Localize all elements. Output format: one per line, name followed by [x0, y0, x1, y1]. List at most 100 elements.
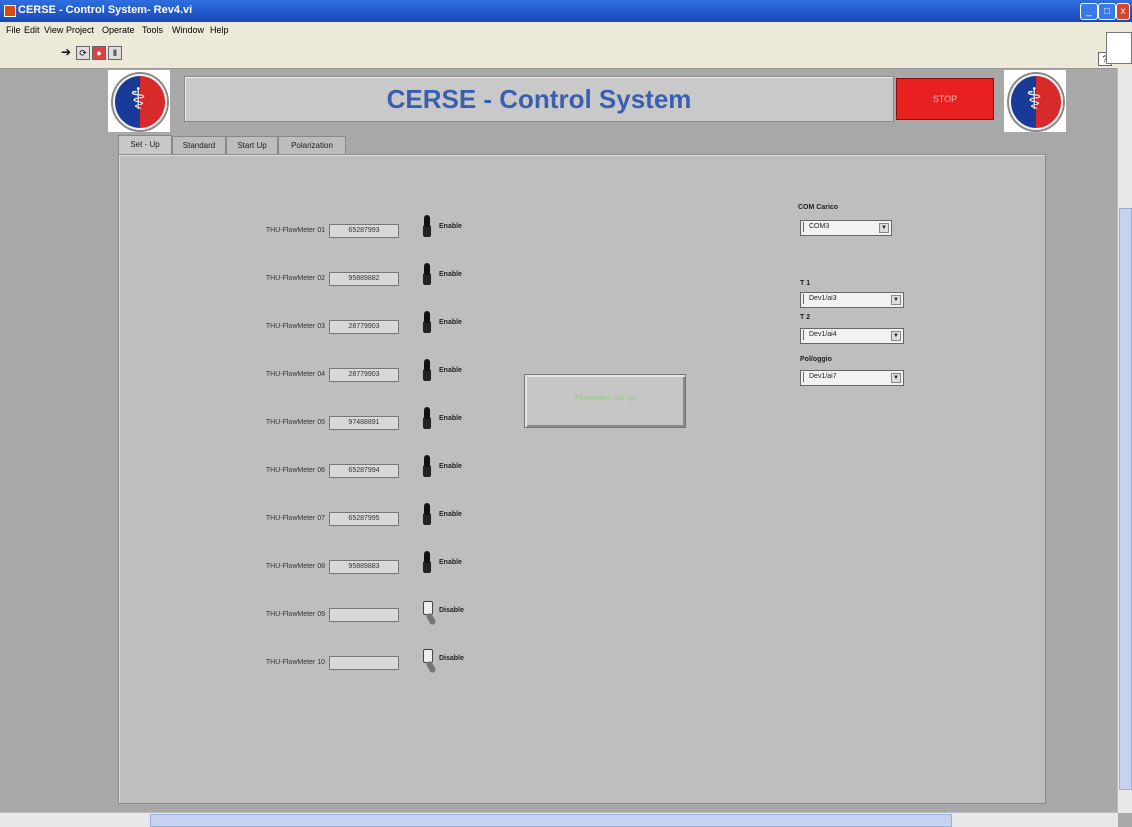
t1-label: T 1	[800, 280, 811, 287]
menu-file[interactable]: File	[6, 25, 21, 35]
toggle-lever-icon	[424, 407, 430, 419]
menu-bar: File Edit View Project Operate Tools Win…	[0, 22, 1132, 38]
logo-right: ⚕	[1004, 70, 1066, 132]
toggle-lever-icon	[424, 503, 430, 515]
enable-toggle[interactable]	[421, 311, 439, 339]
flowmeter-state: Enable	[439, 511, 462, 518]
vi-icon	[1106, 32, 1132, 64]
pol-value: Dev1/ai7	[809, 373, 837, 380]
flowmeter-state: Enable	[439, 415, 462, 422]
enable-toggle[interactable]	[421, 407, 439, 435]
logo-left: ⚕	[108, 70, 170, 132]
flowmeter-state: Enable	[439, 463, 462, 470]
t1-select[interactable]: Dev1/ai3 ▼	[800, 292, 904, 308]
header-banner: CERSE - Control System	[184, 76, 894, 122]
minimize-button[interactable]: _	[1080, 3, 1098, 20]
caduceus-icon: ⚕	[130, 83, 147, 116]
flowmeter-state: Disable	[439, 655, 464, 662]
toggle-lever-icon	[424, 359, 430, 371]
flowmeter-state: Enable	[439, 223, 462, 230]
flowmeters-setup-label: Flowmeters Set Up	[575, 395, 635, 402]
flowmeter-label: THU-FlowMeter 01	[265, 227, 325, 234]
toggle-lever-icon	[424, 215, 430, 227]
flowmeter-state: Enable	[439, 559, 462, 566]
caduceus-icon: ⚕	[1026, 83, 1043, 116]
enable-toggle[interactable]	[421, 359, 439, 387]
flowmeter-serial-field[interactable]: 95889882	[329, 272, 399, 286]
t2-select[interactable]: Dev1/ai4 ▼	[800, 328, 904, 344]
horizontal-scrollbar[interactable]	[0, 812, 1118, 827]
tab-setup[interactable]: Set - Up	[118, 135, 172, 155]
disable-toggle[interactable]	[421, 599, 439, 627]
menu-tools[interactable]: Tools	[142, 25, 163, 35]
enable-toggle[interactable]	[421, 455, 439, 483]
close-button[interactable]: x	[1116, 3, 1130, 20]
pol-select[interactable]: Dev1/ai7 ▼	[800, 370, 904, 386]
menu-help[interactable]: Help	[210, 25, 229, 35]
dropdown-arrow-icon[interactable]: ▼	[879, 223, 889, 233]
menu-operate[interactable]: Operate	[102, 25, 135, 35]
vertical-scrollbar[interactable]	[1117, 68, 1132, 813]
disable-toggle[interactable]	[421, 647, 439, 675]
toolbar: ➔ ⟳ ● Ⅱ ?	[0, 38, 1132, 69]
dropdown-arrow-icon[interactable]: ▼	[891, 331, 901, 341]
menu-edit[interactable]: Edit	[24, 25, 40, 35]
tab-panel: THU-FlowMeter 01 65287993 Enable THU-Flo…	[118, 154, 1046, 804]
toggle-lever-icon	[425, 612, 437, 626]
tab-standard[interactable]: Standard	[172, 136, 226, 154]
enable-toggle[interactable]	[421, 503, 439, 531]
enable-toggle[interactable]	[421, 551, 439, 579]
tab-polarization[interactable]: Polarization	[278, 136, 346, 154]
flowmeter-serial-field[interactable]: 97488891	[329, 416, 399, 430]
toggle-lever-icon	[425, 660, 437, 674]
dropdown-arrow-icon[interactable]: ▼	[891, 373, 901, 383]
grip-icon	[803, 372, 806, 382]
flowmeter-label: THU-FlowMeter 05	[265, 419, 325, 426]
flowmeter-label: THU-FlowMeter 08	[265, 563, 325, 570]
flowmeter-state: Disable	[439, 607, 464, 614]
flowmeter-state: Enable	[439, 271, 462, 278]
menu-view[interactable]: View	[44, 25, 63, 35]
run-arrow-icon[interactable]: ➔	[60, 46, 72, 58]
com-label: COM Carico	[798, 204, 839, 211]
flowmeter-serial-field[interactable]: 28779903	[329, 368, 399, 382]
flowmeter-serial-field[interactable]: 65287993	[329, 224, 399, 238]
menu-project[interactable]: Project	[66, 25, 94, 35]
enable-toggle[interactable]	[421, 263, 439, 291]
flowmeter-label: THU-FlowMeter 03	[265, 323, 325, 330]
toggle-lever-icon	[424, 551, 430, 563]
flowmeter-serial-field[interactable]	[329, 608, 399, 622]
flowmeters-setup-button[interactable]: Flowmeters Set Up	[524, 374, 686, 428]
dropdown-arrow-icon[interactable]: ▼	[891, 295, 901, 305]
stop-button[interactable]: STOP	[896, 78, 994, 120]
tab-startup[interactable]: Start Up	[226, 136, 278, 154]
pause-icon[interactable]: Ⅱ	[108, 46, 122, 60]
enable-toggle[interactable]	[421, 215, 439, 243]
pol-label: Pol/oggio	[800, 356, 832, 363]
flowmeter-serial-field[interactable]: 65287994	[329, 464, 399, 478]
page-title: CERSE - Control System	[386, 84, 692, 114]
flowmeter-serial-field[interactable]: 28779903	[329, 320, 399, 334]
grip-icon	[803, 330, 806, 340]
grip-icon	[803, 294, 806, 304]
flowmeter-label: THU-FlowMeter 07	[265, 515, 325, 522]
com-value: COM3	[809, 223, 830, 230]
flowmeter-label: THU-FlowMeter 10	[265, 659, 325, 666]
flowmeter-serial-field[interactable]: 95889883	[329, 560, 399, 574]
flowmeter-label: THU-FlowMeter 06	[265, 467, 325, 474]
app-icon	[4, 5, 16, 17]
run-continuous-icon[interactable]: ⟳	[76, 46, 90, 60]
horizontal-scroll-thumb[interactable]	[150, 814, 952, 827]
flowmeter-serial-field[interactable]: 65287995	[329, 512, 399, 526]
menu-window[interactable]: Window	[172, 25, 204, 35]
abort-icon[interactable]: ●	[92, 46, 106, 60]
maximize-button[interactable]: □	[1098, 3, 1116, 20]
flowmeter-label: THU-FlowMeter 09	[265, 611, 325, 618]
com-select[interactable]: COM3 ▼	[800, 220, 892, 236]
toggle-lever-icon	[424, 455, 430, 467]
window-titlebar: CERSE - Control System- Rev4.vi _ □ x	[0, 0, 1132, 22]
flowmeter-state: Enable	[439, 367, 462, 374]
flowmeter-serial-field[interactable]	[329, 656, 399, 670]
vertical-scroll-thumb[interactable]	[1119, 208, 1132, 790]
t2-value: Dev1/ai4	[809, 331, 837, 338]
